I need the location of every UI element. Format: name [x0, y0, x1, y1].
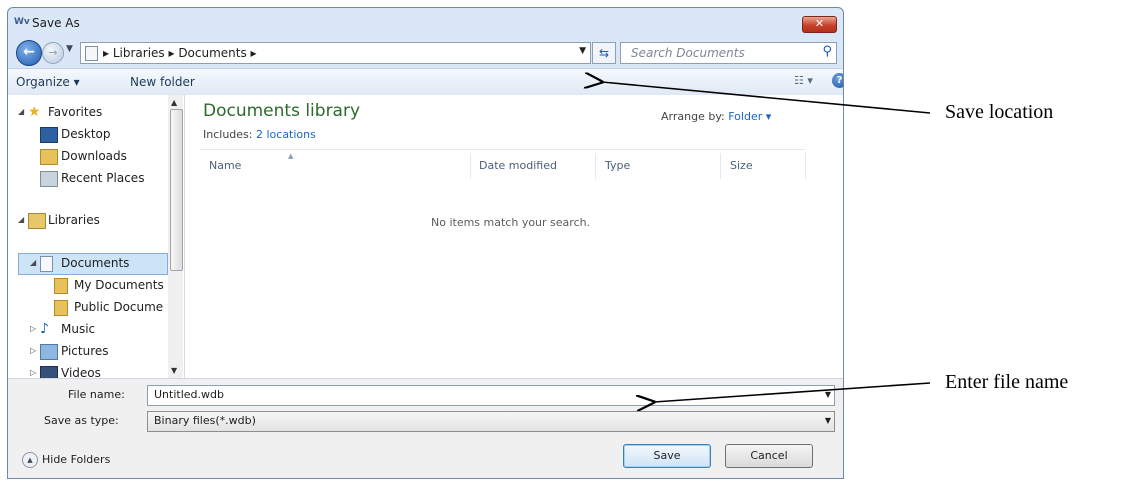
- change-view-button[interactable]: ☷ ▾: [794, 74, 813, 87]
- expand-icon[interactable]: ◢: [18, 102, 24, 122]
- hide-folders-icon[interactable]: ▲: [22, 452, 38, 468]
- nav-item-pictures[interactable]: ▷ Pictures: [8, 341, 168, 361]
- music-icon: ♪: [40, 321, 49, 337]
- new-folder-button[interactable]: New folder: [130, 75, 195, 89]
- arrange-by: Arrange by: Folder ▾: [661, 110, 771, 123]
- breadcrumb[interactable]: ▸ Libraries ▸ Documents ▸: [103, 46, 257, 60]
- arrange-by-label: Arrange by:: [661, 110, 725, 123]
- includes-label: Includes:: [203, 128, 253, 141]
- library-includes: Includes: 2 locations: [203, 128, 316, 141]
- column-header-date-modified[interactable]: Date modified: [479, 159, 557, 172]
- nav-item-label: Public Docume: [74, 300, 164, 314]
- save-type-select[interactable]: Binary files(*.wdb) ▼: [147, 411, 835, 432]
- collapse-icon[interactable]: ▷: [30, 341, 36, 361]
- file-list-pane: Documents library Includes: 2 locations …: [185, 95, 843, 378]
- navigation-pane: ◢ ★ Favorites Desktop Downloads Recent P…: [8, 95, 185, 382]
- scroll-up-icon[interactable]: ▲: [171, 98, 177, 107]
- app-icon: Wv: [14, 17, 30, 27]
- column-header-name[interactable]: Name: [209, 159, 241, 172]
- nav-item-documents[interactable]: ◢ Documents: [8, 253, 168, 273]
- documents-icon: [40, 256, 53, 272]
- toolbar: Organize ▾ New folder ☷ ▾ ?: [8, 68, 843, 96]
- column-separator[interactable]: [470, 153, 471, 179]
- desktop-icon: [40, 127, 58, 143]
- search-placeholder: Search Documents: [631, 46, 745, 60]
- pictures-icon: [40, 344, 58, 360]
- address-bar[interactable]: ▸ Libraries ▸ Documents ▸ ▼: [80, 42, 591, 64]
- arrange-by-dropdown[interactable]: Folder ▾: [728, 110, 771, 123]
- cancel-button[interactable]: Cancel: [725, 444, 813, 468]
- document-icon: [85, 46, 98, 61]
- star-icon: ★: [28, 104, 41, 120]
- address-dropdown-icon[interactable]: ▼: [579, 46, 586, 56]
- empty-message: No items match your search.: [431, 216, 591, 229]
- column-separator[interactable]: [805, 153, 806, 179]
- title-bar[interactable]: Wv Save As ✕: [8, 8, 843, 38]
- nav-item-label: Music: [61, 322, 96, 336]
- save-type-value: Binary files(*.wdb): [154, 414, 256, 427]
- nav-item-label: Pictures: [61, 344, 109, 358]
- nav-item-my-documents[interactable]: My Documents: [8, 275, 168, 295]
- folder-icon: [54, 300, 68, 316]
- save-type-label: Save as type:: [44, 414, 119, 427]
- window-title: Save As: [32, 16, 80, 30]
- hide-folders-button[interactable]: Hide Folders: [42, 453, 110, 466]
- folder-icon: [54, 278, 68, 294]
- chevron-down-icon[interactable]: ▼: [825, 390, 831, 399]
- expand-icon[interactable]: ◢: [30, 253, 36, 273]
- arrow-right-icon: →: [48, 46, 58, 59]
- file-name-value[interactable]: Untitled.wdb: [154, 388, 224, 401]
- nav-item-label: My Documents: [74, 278, 164, 292]
- column-separator[interactable]: [720, 153, 721, 179]
- forward-button[interactable]: →: [42, 42, 64, 64]
- recent-locations-dropdown[interactable]: ▼: [66, 44, 73, 54]
- arrow-left-icon: ←: [23, 44, 35, 60]
- scroll-down-icon[interactable]: ▼: [171, 366, 177, 375]
- nav-item-label: Downloads: [61, 149, 127, 163]
- chevron-down-icon[interactable]: ▼: [825, 416, 831, 425]
- organize-button[interactable]: Organize ▾: [16, 75, 80, 89]
- nav-item-label: Desktop: [61, 127, 111, 141]
- locations-link[interactable]: 2 locations: [256, 128, 316, 141]
- search-input[interactable]: Search Documents ⚲: [620, 42, 837, 64]
- file-name-field[interactable]: Untitled.wdb ▼: [147, 385, 835, 406]
- nav-item-music[interactable]: ▷ ♪ Music: [8, 319, 168, 339]
- save-form: File name: Untitled.wdb ▼ Save as type: …: [8, 378, 843, 478]
- close-button[interactable]: ✕: [802, 16, 837, 33]
- nav-item-label: Recent Places: [61, 171, 145, 185]
- help-icon[interactable]: ?: [832, 73, 843, 88]
- refresh-button[interactable]: ⇆: [592, 42, 616, 64]
- nav-item-desktop[interactable]: Desktop: [8, 124, 168, 144]
- header-divider: [200, 149, 805, 150]
- nav-item-label: Favorites: [48, 105, 103, 119]
- nav-item-downloads[interactable]: Downloads: [8, 146, 168, 166]
- column-header-size[interactable]: Size: [730, 159, 753, 172]
- collapse-icon[interactable]: ▷: [30, 319, 36, 339]
- nav-item-label: Libraries: [48, 213, 100, 227]
- expand-icon[interactable]: ◢: [18, 210, 24, 230]
- nav-item-recent-places[interactable]: Recent Places: [8, 168, 168, 188]
- save-as-dialog: Wv Save As ✕ ← → ▼ ▸ Libraries ▸ Documen…: [7, 7, 844, 479]
- nav-item-public-documents[interactable]: Public Docume: [8, 297, 168, 317]
- file-name-label: File name:: [68, 388, 125, 401]
- downloads-folder-icon: [40, 149, 58, 165]
- back-button[interactable]: ←: [16, 40, 42, 66]
- library-title: Documents library: [203, 101, 361, 121]
- save-location-annotation: Save location: [945, 101, 1054, 123]
- nav-item-label: Documents: [61, 256, 130, 270]
- nav-item-favorites[interactable]: ◢ ★ Favorites: [8, 102, 168, 122]
- column-header-type[interactable]: Type: [605, 159, 630, 172]
- enter-file-name-annotation: Enter file name: [945, 371, 1069, 393]
- sort-caret-icon: ▲: [288, 152, 294, 160]
- save-button[interactable]: Save: [623, 444, 711, 468]
- libraries-icon: [28, 213, 46, 229]
- column-separator[interactable]: [595, 153, 596, 179]
- recent-places-icon: [40, 171, 58, 187]
- scrollbar-thumb[interactable]: [170, 109, 183, 271]
- nav-item-libraries[interactable]: ◢ Libraries: [8, 210, 168, 230]
- refresh-icon: ⇆: [598, 46, 610, 60]
- search-icon[interactable]: ⚲: [822, 44, 832, 59]
